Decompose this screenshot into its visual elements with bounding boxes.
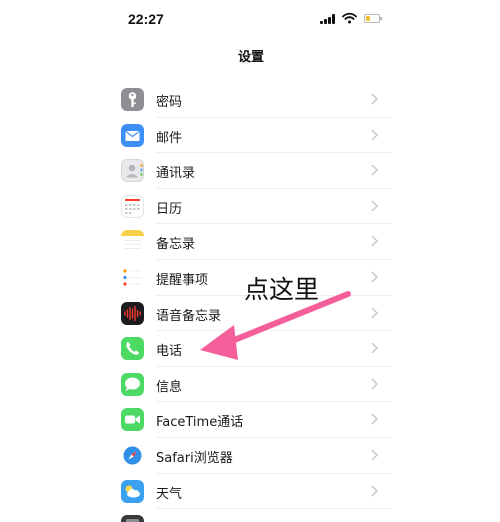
phone-icon [121, 337, 144, 361]
chevron-right-icon [371, 235, 378, 247]
chevron-right-icon [371, 449, 378, 461]
chevron-right-icon [371, 200, 378, 212]
settings-row-calendar[interactable]: 日历 [110, 189, 392, 225]
settings-row-label: 邮件 [156, 130, 183, 146]
settings-row-contacts[interactable]: 通讯录 [110, 153, 392, 189]
facetime-icon [121, 408, 144, 432]
messages-icon [121, 372, 144, 396]
voice-memos-icon [121, 301, 144, 325]
settings-row-label: 天气 [156, 486, 183, 502]
settings-row-weather[interactable]: 天气 [110, 474, 392, 510]
settings-row-mail[interactable]: 邮件 [110, 118, 392, 154]
settings-row-safari[interactable]: Safari浏览器 [110, 438, 392, 474]
settings-row-label: Safari浏览器 [156, 450, 233, 466]
settings-row-notes[interactable]: 备忘录 [110, 224, 392, 260]
settings-row-label: 备忘录 [156, 237, 196, 253]
settings-row-messages[interactable]: 信息 [110, 367, 392, 403]
notes-icon [121, 230, 144, 254]
chevron-right-icon [371, 93, 378, 105]
phone-screen: 22:27 设置 密码 邮件 通讯录 日历 备忘录 提醒事项 语音备忘录 电话 … [110, 0, 392, 522]
status-time: 22:27 [128, 11, 164, 27]
settings-row-label: FaceTime通话 [156, 415, 244, 431]
status-bar: 22:27 [110, 0, 392, 40]
chevron-right-icon [371, 485, 378, 497]
settings-row-label: 日历 [156, 201, 183, 217]
calendar-icon [121, 194, 144, 218]
chevron-right-icon [371, 271, 378, 283]
page-title: 设置 [237, 50, 264, 65]
cellular-signal-icon [320, 14, 336, 24]
annotation-arrow-icon [200, 291, 351, 360]
reminders-icon [121, 265, 144, 289]
mail-icon [121, 123, 144, 147]
settings-row-partial [110, 509, 392, 522]
chevron-right-icon [371, 413, 378, 425]
key-icon [121, 88, 144, 111]
chevron-right-icon [371, 307, 378, 319]
chevron-right-icon [371, 129, 378, 141]
settings-row-passwords[interactable]: 密码 [110, 82, 392, 118]
weather-icon [121, 479, 144, 503]
settings-row-label: 电话 [156, 344, 183, 360]
wifi-icon [342, 12, 357, 24]
app-icon [121, 515, 144, 522]
settings-row-label: 通讯录 [156, 166, 196, 182]
settings-row-label: 密码 [156, 95, 183, 110]
chevron-right-icon [371, 378, 378, 390]
settings-row-facetime[interactable]: FaceTime通话 [110, 402, 392, 438]
battery-icon [364, 14, 382, 23]
chevron-right-icon [371, 342, 378, 354]
safari-icon [121, 443, 144, 467]
contacts-icon [121, 159, 144, 183]
chevron-right-icon [371, 164, 378, 176]
settings-row-label: 信息 [156, 379, 183, 395]
